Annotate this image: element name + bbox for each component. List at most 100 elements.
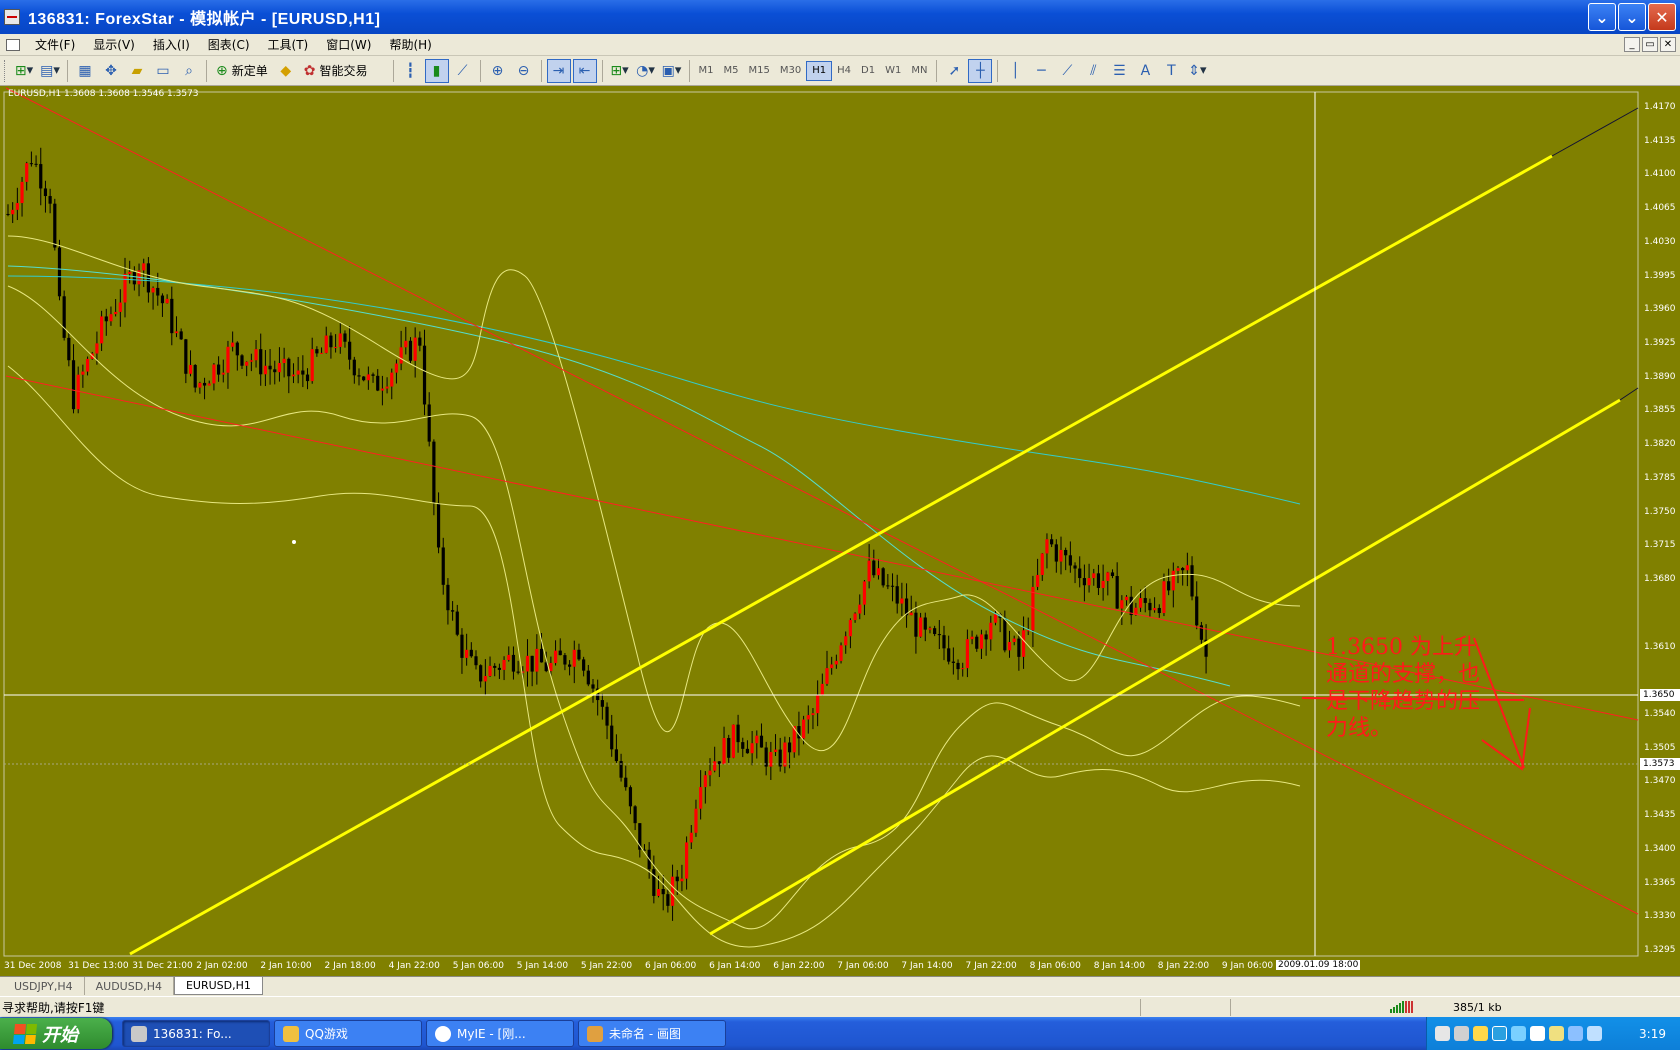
price-chart[interactable]: EURUSD,H1 1.3608 1.3608 1.3546 1.3573 1.… xyxy=(0,86,1680,976)
chart-canvas[interactable] xyxy=(0,86,1680,976)
tester-icon[interactable]: ⌕ xyxy=(177,59,201,83)
timeframe-d1[interactable]: D1 xyxy=(856,61,880,81)
periods-icon[interactable]: ◔ ▾ xyxy=(634,59,658,83)
tray-app-icon[interactable] xyxy=(1549,1026,1564,1041)
document-icon[interactable] xyxy=(6,38,20,51)
taskbar-item-myie[interactable]: MyIE - [刚... xyxy=(426,1020,574,1047)
bull-candle xyxy=(773,749,778,753)
folder-icon[interactable]: ▰ xyxy=(125,59,149,83)
tray-app-icon[interactable] xyxy=(1568,1026,1583,1041)
bear-candle xyxy=(1157,607,1161,614)
zoom-out-icon[interactable]: ⊖ xyxy=(512,59,536,83)
fibonacci-icon[interactable]: ☰ xyxy=(1107,59,1131,83)
bear-candle xyxy=(1195,596,1199,626)
crosshair-icon[interactable]: ┼ xyxy=(968,58,993,83)
taskbar-item-paint[interactable]: 未命名 - 画图 xyxy=(578,1020,726,1047)
text-tool-icon[interactable]: A xyxy=(1133,59,1157,83)
profiles-icon[interactable]: ▤ ▾ xyxy=(38,59,62,83)
start-button[interactable]: 开始 xyxy=(0,1018,112,1049)
timeframe-h4[interactable]: H4 xyxy=(832,61,856,81)
timeframe-m5[interactable]: M5 xyxy=(719,61,744,81)
connection-status-icon[interactable] xyxy=(1390,1001,1413,1013)
auto-scroll-icon[interactable]: ⇥ xyxy=(546,58,571,83)
bull-candle xyxy=(1153,607,1157,611)
tray-app-icon[interactable] xyxy=(1473,1026,1488,1041)
channel-icon[interactable]: ⫽ xyxy=(1081,59,1105,83)
new-chart-icon[interactable]: ⊞ ▾ xyxy=(12,59,36,83)
tray-app-icon[interactable] xyxy=(1511,1026,1526,1041)
menu-window[interactable]: 窗口(W) xyxy=(317,36,380,53)
bear-candle xyxy=(923,617,927,630)
new-order-button[interactable]: ⊕ 新定单 xyxy=(212,59,272,83)
time-tick-label: 31 Dec 13:00 xyxy=(68,961,129,971)
terminal-icon[interactable]: ▭ xyxy=(151,59,175,83)
tray-app-icon[interactable] xyxy=(1435,1026,1450,1041)
system-tray: 3:19 xyxy=(1426,1017,1680,1050)
templates-icon[interactable]: ▣ ▾ xyxy=(660,59,684,83)
tray-volume-icon[interactable] xyxy=(1587,1026,1602,1041)
timeframe-w1[interactable]: W1 xyxy=(880,61,906,81)
menu-tools[interactable]: 工具(T) xyxy=(259,36,318,53)
price-tick-label: 1.3855 xyxy=(1644,405,1676,416)
price-tick-label: 1.3505 xyxy=(1644,742,1676,753)
app-icon[interactable] xyxy=(4,9,20,25)
bear-candle xyxy=(539,648,544,663)
timeframe-m30[interactable]: M30 xyxy=(775,61,806,81)
tab-usdjpy-h4[interactable]: USDJPY,H4 xyxy=(3,977,85,995)
timeframe-h1[interactable]: H1 xyxy=(806,60,833,81)
ma-fast-line xyxy=(7,265,1231,687)
bar-chart-icon[interactable]: ┇ xyxy=(399,59,423,83)
taskbar-item-qq-games[interactable]: QQ游戏 xyxy=(274,1020,422,1047)
taskbar-item-forexstar[interactable]: 136831: Fo... xyxy=(122,1020,270,1047)
arrows-icon[interactable]: ⇕ ▾ xyxy=(1185,59,1209,83)
vertical-line-icon[interactable]: │ xyxy=(1003,59,1027,83)
bull-candle xyxy=(680,878,684,882)
bear-candle xyxy=(71,360,76,410)
tray-network-icon[interactable] xyxy=(1492,1026,1507,1041)
chart-tabs: USDJPY,H4 AUDUSD,H4 EURUSD,H1 xyxy=(0,976,1680,996)
chart-shift-icon[interactable]: ⇤ xyxy=(572,58,597,83)
market-watch-icon[interactable]: ▦ xyxy=(73,59,97,83)
bear-candle xyxy=(479,665,483,682)
cursor-icon[interactable]: ➚ xyxy=(942,59,966,83)
timeframe-mn[interactable]: MN xyxy=(906,61,932,81)
bull-candle xyxy=(319,352,324,354)
mdi-minimize-button[interactable]: _ xyxy=(1624,37,1640,52)
menu-help[interactable]: 帮助(H) xyxy=(380,36,440,53)
trendline-icon[interactable]: ⟋ xyxy=(1055,59,1079,83)
bear-candle xyxy=(179,331,183,340)
mdi-restore-button[interactable]: ▭ xyxy=(1642,37,1658,52)
menu-view[interactable]: 显示(V) xyxy=(84,36,144,53)
tab-audusd-h4[interactable]: AUDUSD,H4 xyxy=(85,977,174,995)
line-chart-icon[interactable]: ⟋ xyxy=(451,59,475,83)
bear-candle xyxy=(170,298,174,334)
bear-candle xyxy=(1050,539,1054,545)
title-bar[interactable]: 136831: ForexStar - 模拟帐户 - [EURUSD,H1] ⌄… xyxy=(0,0,1680,34)
menu-file[interactable]: 文件(F) xyxy=(26,36,84,53)
bull-candle xyxy=(282,358,286,364)
bull-candle xyxy=(979,634,984,649)
menu-insert[interactable]: 插入(I) xyxy=(144,36,199,53)
candlestick-icon[interactable]: ▮ xyxy=(424,58,449,83)
zoom-in-icon[interactable]: ⊕ xyxy=(486,59,510,83)
bear-candle xyxy=(497,667,501,670)
timeframe-m15[interactable]: M15 xyxy=(744,61,775,81)
timeframe-m1[interactable]: M1 xyxy=(694,61,719,81)
menu-charts[interactable]: 图表(C) xyxy=(199,36,259,53)
tray-app-icon[interactable] xyxy=(1530,1026,1545,1041)
minimize-button[interactable]: ⌄ xyxy=(1588,3,1616,31)
status-help-text: 寻求帮助,请按F1键 xyxy=(2,1000,105,1015)
horizontal-line-icon[interactable]: ─ xyxy=(1029,59,1053,83)
text-label-icon[interactable]: T xyxy=(1159,59,1183,83)
indicators-icon[interactable]: ⊞ ▾ xyxy=(608,59,632,83)
tab-eurusd-h1[interactable]: EURUSD,H1 xyxy=(173,977,263,995)
tray-app-icon[interactable] xyxy=(1454,1026,1469,1041)
close-button[interactable]: ✕ xyxy=(1648,3,1676,31)
bear-candle xyxy=(259,349,263,375)
restore-button[interactable]: ⌄ xyxy=(1618,3,1646,31)
mdi-close-button[interactable]: ✕ xyxy=(1660,37,1676,52)
navigator-icon[interactable]: ✥ xyxy=(99,59,123,83)
expert-advisors-button[interactable]: ✿ 智能交易 xyxy=(300,59,372,83)
bull-candle xyxy=(549,663,553,672)
metaeditor-icon[interactable]: ◆ xyxy=(274,59,298,83)
